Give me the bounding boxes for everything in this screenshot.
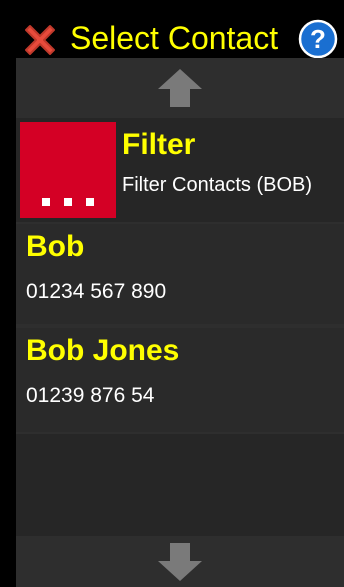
contact-row[interactable]: Bob Jones 01239 876 54 bbox=[16, 328, 344, 432]
filter-row[interactable]: Filter Filter Contacts (BOB) bbox=[16, 118, 344, 222]
header-bar: Select Contact ? bbox=[0, 0, 344, 60]
arrow-down-icon bbox=[158, 542, 202, 581]
arrow-up-icon bbox=[158, 69, 202, 107]
filter-subtitle: Filter Contacts (BOB) bbox=[122, 174, 313, 196]
contact-name: Bob Jones bbox=[26, 334, 180, 367]
contact-list-panel: Filter Filter Contacts (BOB) Bob 01234 5… bbox=[16, 58, 344, 587]
ellipsis-dot bbox=[64, 198, 72, 206]
filter-tile bbox=[20, 122, 116, 218]
ellipsis-dot bbox=[86, 198, 94, 206]
filter-title: Filter bbox=[122, 128, 196, 161]
close-icon[interactable] bbox=[20, 20, 60, 60]
contact-phone: 01234 567 890 bbox=[26, 280, 167, 303]
contact-phone: 01239 876 54 bbox=[26, 384, 155, 407]
scroll-up-button[interactable] bbox=[16, 58, 344, 118]
ellipsis-icon bbox=[42, 198, 50, 206]
help-icon[interactable]: ? bbox=[298, 19, 338, 59]
empty-list-area bbox=[16, 434, 344, 536]
contact-name: Bob bbox=[26, 230, 85, 263]
contact-row[interactable]: Bob 01234 567 890 bbox=[16, 224, 344, 324]
page-title: Select Contact bbox=[70, 20, 279, 56]
scroll-down-button[interactable] bbox=[16, 536, 344, 587]
svg-text:?: ? bbox=[310, 24, 326, 54]
